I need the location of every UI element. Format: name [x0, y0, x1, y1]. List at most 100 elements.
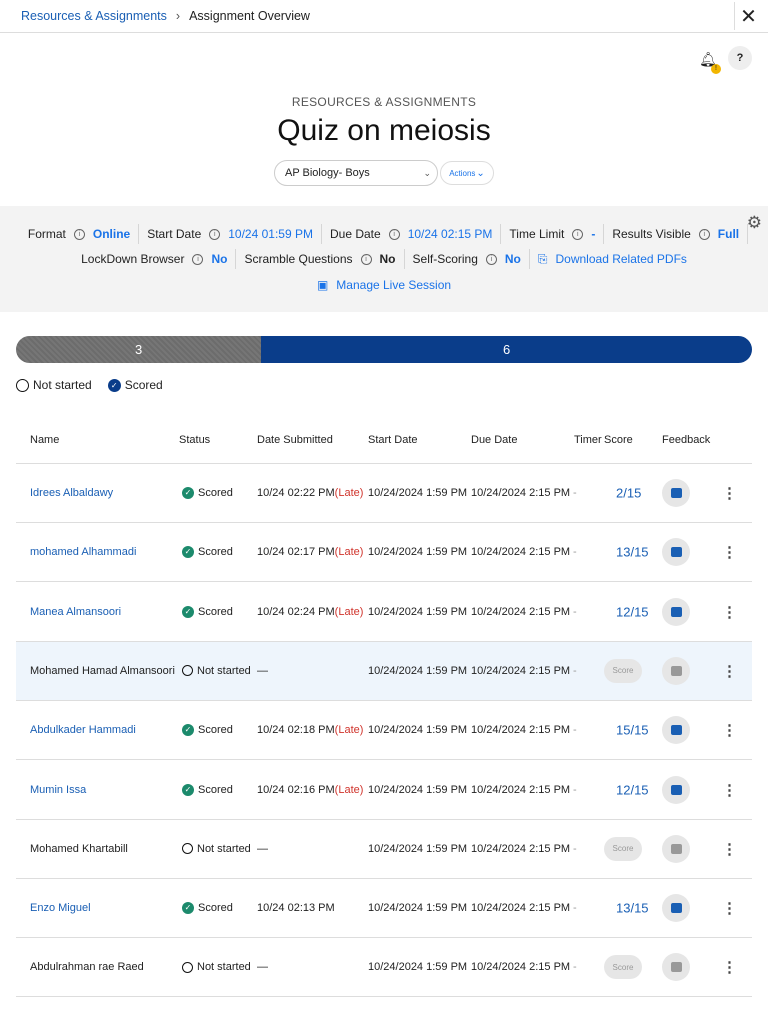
more-options-button[interactable]: ⋮: [722, 721, 737, 739]
timer: -: [573, 961, 577, 974]
date-submitted: 10/24 02:13 PM: [257, 902, 335, 914]
col-feedback[interactable]: Feedback: [662, 434, 710, 446]
late-label: (Late): [334, 605, 364, 618]
info-value[interactable]: Full: [718, 227, 739, 241]
info-value[interactable]: No: [505, 252, 521, 266]
info-format: Format i Online: [20, 224, 140, 244]
actions-button[interactable]: Actions ⌄: [440, 161, 494, 185]
check-circle-icon: ✓: [182, 487, 194, 500]
col-score[interactable]: Score: [604, 434, 633, 446]
due-date: 10/24/2024 2:15 PM: [471, 605, 571, 618]
info-icon[interactable]: i: [698, 228, 710, 240]
score-link[interactable]: 12/15: [616, 604, 649, 619]
check-circle-icon: ✓: [182, 902, 194, 915]
student-name-link[interactable]: Abdulkader Hammadi: [30, 724, 136, 736]
info-value[interactable]: No: [211, 252, 227, 266]
start-date: 10/24/2024 1:59 PM: [368, 783, 468, 796]
score-button[interactable]: Score: [604, 658, 642, 683]
late-label: (Late): [334, 724, 364, 737]
score-link[interactable]: 12/15: [616, 782, 649, 797]
student-name-link[interactable]: Idrees Albaldawy: [30, 487, 113, 499]
feedback-button[interactable]: [662, 479, 690, 507]
student-name-link[interactable]: Manea Almansoori: [30, 606, 121, 618]
student-name-link[interactable]: Mumin Issa: [30, 784, 86, 796]
feedback-button[interactable]: [662, 834, 690, 863]
start-date: 10/24/2024 1:59 PM: [368, 487, 468, 499]
manage-live-session-link[interactable]: ▣ Manage Live Session: [309, 275, 459, 295]
info-icon[interactable]: i: [209, 228, 221, 240]
comment-icon: [670, 488, 682, 498]
class-select-value: AP Biology- Boys: [285, 167, 370, 179]
download-pdfs-link[interactable]: ⎘ Download Related PDFs: [530, 249, 695, 269]
chevron-down-icon: ⌄: [423, 167, 431, 178]
score-link[interactable]: 13/15: [616, 901, 649, 916]
col-timer[interactable]: Timer: [574, 434, 602, 446]
feedback-button[interactable]: [662, 894, 690, 923]
more-options-button[interactable]: ⋮: [722, 662, 737, 680]
assignment-info-panel: ⚙ Format i Online Start Date i 10/24 01:59 P…: [0, 206, 768, 312]
feedback-button[interactable]: [662, 953, 690, 982]
col-start-date[interactable]: Start Date: [368, 434, 418, 446]
start-date: 10/24/2024 1:59 PM: [368, 664, 468, 677]
info-value[interactable]: -: [591, 227, 595, 241]
feedback-button[interactable]: [662, 597, 690, 626]
more-options-button[interactable]: ⋮: [722, 958, 737, 976]
info-icon[interactable]: i: [192, 253, 204, 265]
help-button[interactable]: ?: [728, 46, 752, 70]
score-link[interactable]: 2/15: [616, 486, 641, 501]
info-value[interactable]: 10/24 01:59 PM: [228, 227, 313, 241]
submitted-text: —: [257, 664, 268, 677]
close-button[interactable]: ✕: [734, 2, 762, 30]
info-icon[interactable]: i: [388, 228, 400, 240]
due-date: 10/24/2024 2:15 PM: [471, 902, 571, 915]
student-name-link[interactable]: Enzo Miguel: [30, 902, 91, 914]
check-circle-icon: ✓: [182, 783, 194, 796]
page-title: Quiz on meiosis: [277, 114, 491, 147]
col-name[interactable]: Name: [30, 434, 59, 446]
info-icon[interactable]: i: [73, 228, 85, 240]
info-label: Time Limit: [509, 227, 565, 241]
feedback-button[interactable]: [662, 716, 690, 745]
download-label: Download Related PDFs: [555, 252, 687, 266]
status-progress-bar: 3 6: [16, 336, 752, 363]
score-link[interactable]: 13/15: [616, 545, 649, 560]
timer: -: [573, 546, 577, 559]
due-date: 10/24/2024 2:15 PM: [471, 961, 571, 974]
info-due-date: Due Date i 10/24 02:15 PM: [322, 224, 502, 244]
score-button[interactable]: Score: [604, 955, 642, 980]
breadcrumb-parent-link[interactable]: Resources & Assignments: [21, 9, 167, 23]
info-icon[interactable]: i: [485, 253, 497, 265]
info-label: Format: [27, 227, 66, 241]
comment-icon: [670, 784, 682, 795]
date-submitted: —: [257, 665, 268, 677]
feedback-button[interactable]: [662, 538, 690, 567]
feedback-button[interactable]: [662, 775, 690, 804]
more-options-button[interactable]: ⋮: [722, 840, 737, 858]
timer: -: [573, 487, 577, 499]
score-button[interactable]: Score: [604, 836, 642, 861]
status-badge: ✓ Scored: [182, 724, 233, 737]
info-icon[interactable]: i: [572, 228, 584, 240]
info-icon[interactable]: i: [360, 253, 372, 265]
progress-not-started[interactable]: 3: [16, 336, 262, 363]
due-date: 10/24/2024 2:15 PM: [471, 724, 571, 737]
more-options-button[interactable]: ⋮: [722, 781, 737, 799]
class-select[interactable]: AP Biology- Boys ⌄: [274, 160, 438, 186]
info-label: Scramble Questions: [244, 252, 353, 266]
student-name-link[interactable]: mohamed Alhammadi: [30, 546, 136, 558]
score-link[interactable]: 15/15: [616, 723, 649, 738]
more-options-button[interactable]: ⋮: [722, 899, 737, 917]
more-options-button[interactable]: ⋮: [722, 603, 737, 621]
table-row: Idrees Albaldawy ✓ Scored 10/24 02:22 PM(…: [16, 464, 752, 523]
more-options-button[interactable]: ⋮: [722, 543, 737, 561]
feedback-button[interactable]: [662, 656, 690, 685]
more-options-button[interactable]: ⋮: [722, 484, 737, 502]
progress-scored[interactable]: 6: [261, 336, 752, 363]
col-date-submitted[interactable]: Date Submitted: [257, 434, 333, 446]
info-value[interactable]: 10/24 02:15 PM: [408, 227, 493, 241]
col-due-date[interactable]: Due Date: [471, 434, 517, 446]
comment-icon: [670, 606, 682, 617]
info-value[interactable]: Online: [93, 227, 130, 241]
info-label: Self-Scoring: [412, 252, 478, 266]
col-status[interactable]: Status: [179, 434, 210, 446]
